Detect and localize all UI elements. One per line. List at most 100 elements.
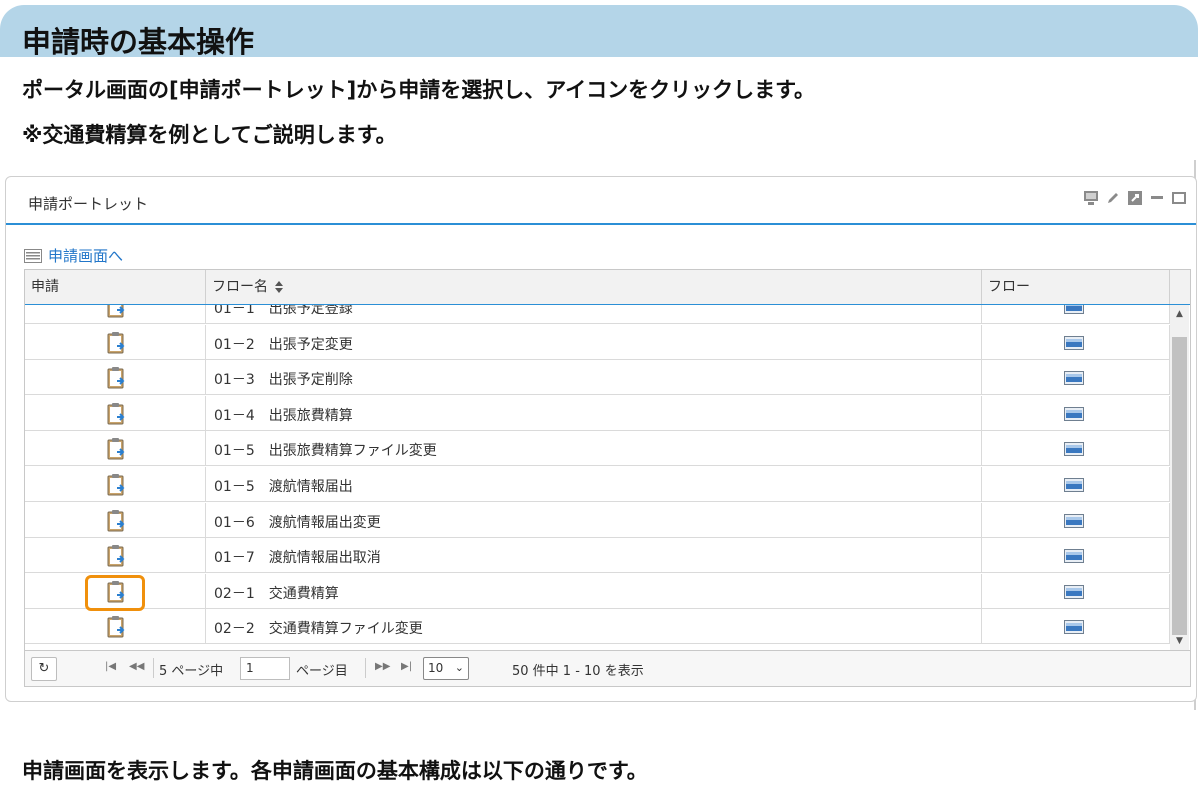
flow-name: 01－2 出張予定変更 — [214, 336, 353, 353]
apply-cell — [25, 502, 206, 538]
flow-name-cell: 01－6 渡航情報届出変更 — [206, 502, 982, 538]
clipboard-apply-icon[interactable] — [105, 437, 127, 461]
pager-summary: 50 件中 1 - 10 を表示 — [512, 664, 644, 679]
apply-cell — [25, 609, 206, 645]
sort-updown-icon[interactable] — [274, 280, 284, 294]
portlet-title-rule — [6, 223, 1196, 225]
refresh-button[interactable]: ↻ — [31, 657, 57, 681]
table-row: 01－7 渡航情報届出取消 — [25, 538, 1170, 574]
clipboard-apply-icon[interactable] — [105, 331, 127, 355]
table-row: 01－6 渡航情報届出変更 — [25, 502, 1170, 538]
page-size-select[interactable]: 10 ⌄ — [423, 657, 469, 680]
column-header-flow-name-label[interactable]: フロー名 — [212, 279, 268, 295]
apply-cell — [25, 467, 206, 502]
flow-cell — [982, 502, 1170, 538]
flow-diagram-icon[interactable] — [1064, 584, 1084, 599]
flow-name: 01－5 渡航情報届出 — [214, 479, 353, 495]
portlet-title: 申請ポートレット — [28, 195, 149, 213]
footer-text: 申請画面を表示します。各申請画面の基本構成は以下の通りです。 — [22, 759, 648, 783]
flow-name-cell: 01－5 渡航情報届出 — [206, 467, 982, 502]
flow-cell — [982, 609, 1170, 645]
page-size-value[interactable]: 10 — [428, 661, 443, 675]
intro-line-2: ※交通費精算を例としてご説明します。 — [22, 123, 397, 147]
flow-name: 02－2 交通費精算ファイル変更 — [214, 621, 423, 638]
clipboard-apply-icon[interactable] — [105, 402, 127, 426]
minimize-icon[interactable] — [1148, 189, 1166, 207]
grid-scrollbar[interactable]: ▲ ▼ — [1170, 305, 1189, 650]
apply-cell — [25, 305, 206, 324]
table-row: 02－2 交通費精算ファイル変更 — [25, 609, 1170, 645]
flow-name-cell: 01－3 出張予定削除 — [206, 360, 982, 396]
flow-name: 01－6 渡航情報届出変更 — [214, 514, 381, 531]
column-header-flow: フロー — [982, 270, 1170, 304]
apply-cell — [25, 395, 206, 431]
scroll-thumb[interactable] — [1172, 337, 1187, 635]
apply-cell — [25, 538, 206, 574]
flow-name: 01－3 出張予定削除 — [214, 372, 353, 389]
flow-name: 01－7 渡航情報届出取消 — [214, 550, 381, 567]
flow-name: 01－5 出張旅費精算ファイル変更 — [214, 443, 437, 460]
flow-name-cell: 02－2 交通費精算ファイル変更 — [206, 609, 982, 645]
flow-cell — [982, 431, 1170, 467]
flow-diagram-icon[interactable] — [1064, 478, 1084, 492]
flow-diagram-icon[interactable] — [1064, 442, 1084, 457]
flow-name: 02－1 交通費精算 — [214, 585, 339, 602]
column-header-flow-name[interactable]: フロー名 — [206, 270, 982, 304]
flow-diagram-icon[interactable] — [1064, 620, 1084, 635]
clipboard-apply-icon[interactable] — [105, 473, 127, 497]
flow-diagram-icon[interactable] — [1064, 335, 1084, 350]
pencil-icon[interactable] — [1104, 189, 1122, 207]
flow-diagram-icon[interactable] — [1064, 371, 1084, 386]
flow-cell — [982, 573, 1170, 609]
prev-page-icon[interactable]: ◀◀ — [129, 661, 144, 672]
clipboard-apply-icon[interactable] — [105, 366, 127, 390]
chevron-down-icon[interactable]: ⌄ — [455, 661, 464, 674]
clipboard-apply-icon[interactable] — [105, 509, 127, 533]
application-screen-link-label[interactable]: 申請画面へ — [48, 245, 123, 266]
last-page-icon[interactable]: ▶| — [401, 661, 412, 672]
next-page-icon[interactable]: ▶▶ — [375, 661, 390, 672]
table-row: 01－1 出張予定登録 — [25, 305, 1170, 324]
grid-header: 申請 フロー名 フロー — [25, 270, 1190, 305]
first-page-icon[interactable]: |◀ — [105, 661, 116, 672]
table-row: 01－5 渡航情報届出 — [25, 467, 1170, 502]
flow-name-cell: 01－4 出張旅費精算 — [206, 395, 982, 431]
clipboard-apply-icon[interactable] — [105, 305, 127, 319]
highlight-box — [85, 574, 145, 611]
flow-diagram-icon[interactable] — [1064, 406, 1084, 421]
restore-icon[interactable] — [1170, 189, 1188, 207]
flow-name-cell: 01－7 渡航情報届出取消 — [206, 538, 982, 574]
table-row: 01－4 出張旅費精算 — [25, 395, 1170, 431]
flow-name-cell: 02－1 交通費精算 — [206, 573, 982, 609]
page-number-input[interactable]: 1 — [240, 657, 290, 680]
flow-diagram-icon[interactable] — [1064, 549, 1084, 564]
flow-cell — [982, 538, 1170, 574]
clipboard-apply-icon[interactable] — [105, 615, 127, 639]
section-header-band: 申請時の基本操作 — [0, 5, 1198, 59]
table-row: 01－2 出張予定変更 — [25, 324, 1170, 360]
monitor-icon[interactable] — [1082, 189, 1100, 207]
flow-cell — [982, 467, 1170, 502]
scroll-up-arrow-icon[interactable]: ▲ — [1170, 305, 1189, 323]
application-portlet: 申請ポートレット 申請画面へ 申請 フロー名 フロー 01－1 出張予定登録 0… — [5, 176, 1197, 702]
pager-separator — [365, 658, 366, 678]
grid-rows: 01－1 出張予定登録 01－2 出張予定変更 01－3 出張予定削除 01－4 出張… — [25, 305, 1170, 650]
pager-separator — [153, 658, 154, 678]
flow-name: 01－4 出張旅費精算 — [214, 407, 353, 424]
scroll-down-arrow-icon[interactable]: ▼ — [1170, 632, 1189, 650]
flow-cell — [982, 395, 1170, 431]
flow-name-cell: 01－5 出張旅費精算ファイル変更 — [206, 431, 982, 467]
apply-cell — [25, 360, 206, 396]
maximize-icon[interactable] — [1126, 189, 1144, 207]
clipboard-apply-icon[interactable] — [105, 544, 127, 568]
pager-pages-suffix: ページ目 — [296, 664, 348, 679]
column-header-apply: 申請 — [25, 270, 206, 304]
flow-name-cell: 01－2 出張予定変更 — [206, 324, 982, 360]
list-icon — [24, 248, 42, 263]
grid-pager: ↻ |◀ ◀◀ 5 ページ中 1 ページ目 ▶▶ ▶| 10 ⌄ 50 件中 1… — [25, 650, 1190, 686]
apply-cell — [25, 324, 206, 360]
flow-diagram-icon[interactable] — [1064, 513, 1084, 528]
application-screen-link[interactable]: 申請画面へ — [24, 245, 123, 266]
flow-diagram-icon[interactable] — [1064, 305, 1084, 314]
table-row: 01－5 出張旅費精算ファイル変更 — [25, 431, 1170, 467]
